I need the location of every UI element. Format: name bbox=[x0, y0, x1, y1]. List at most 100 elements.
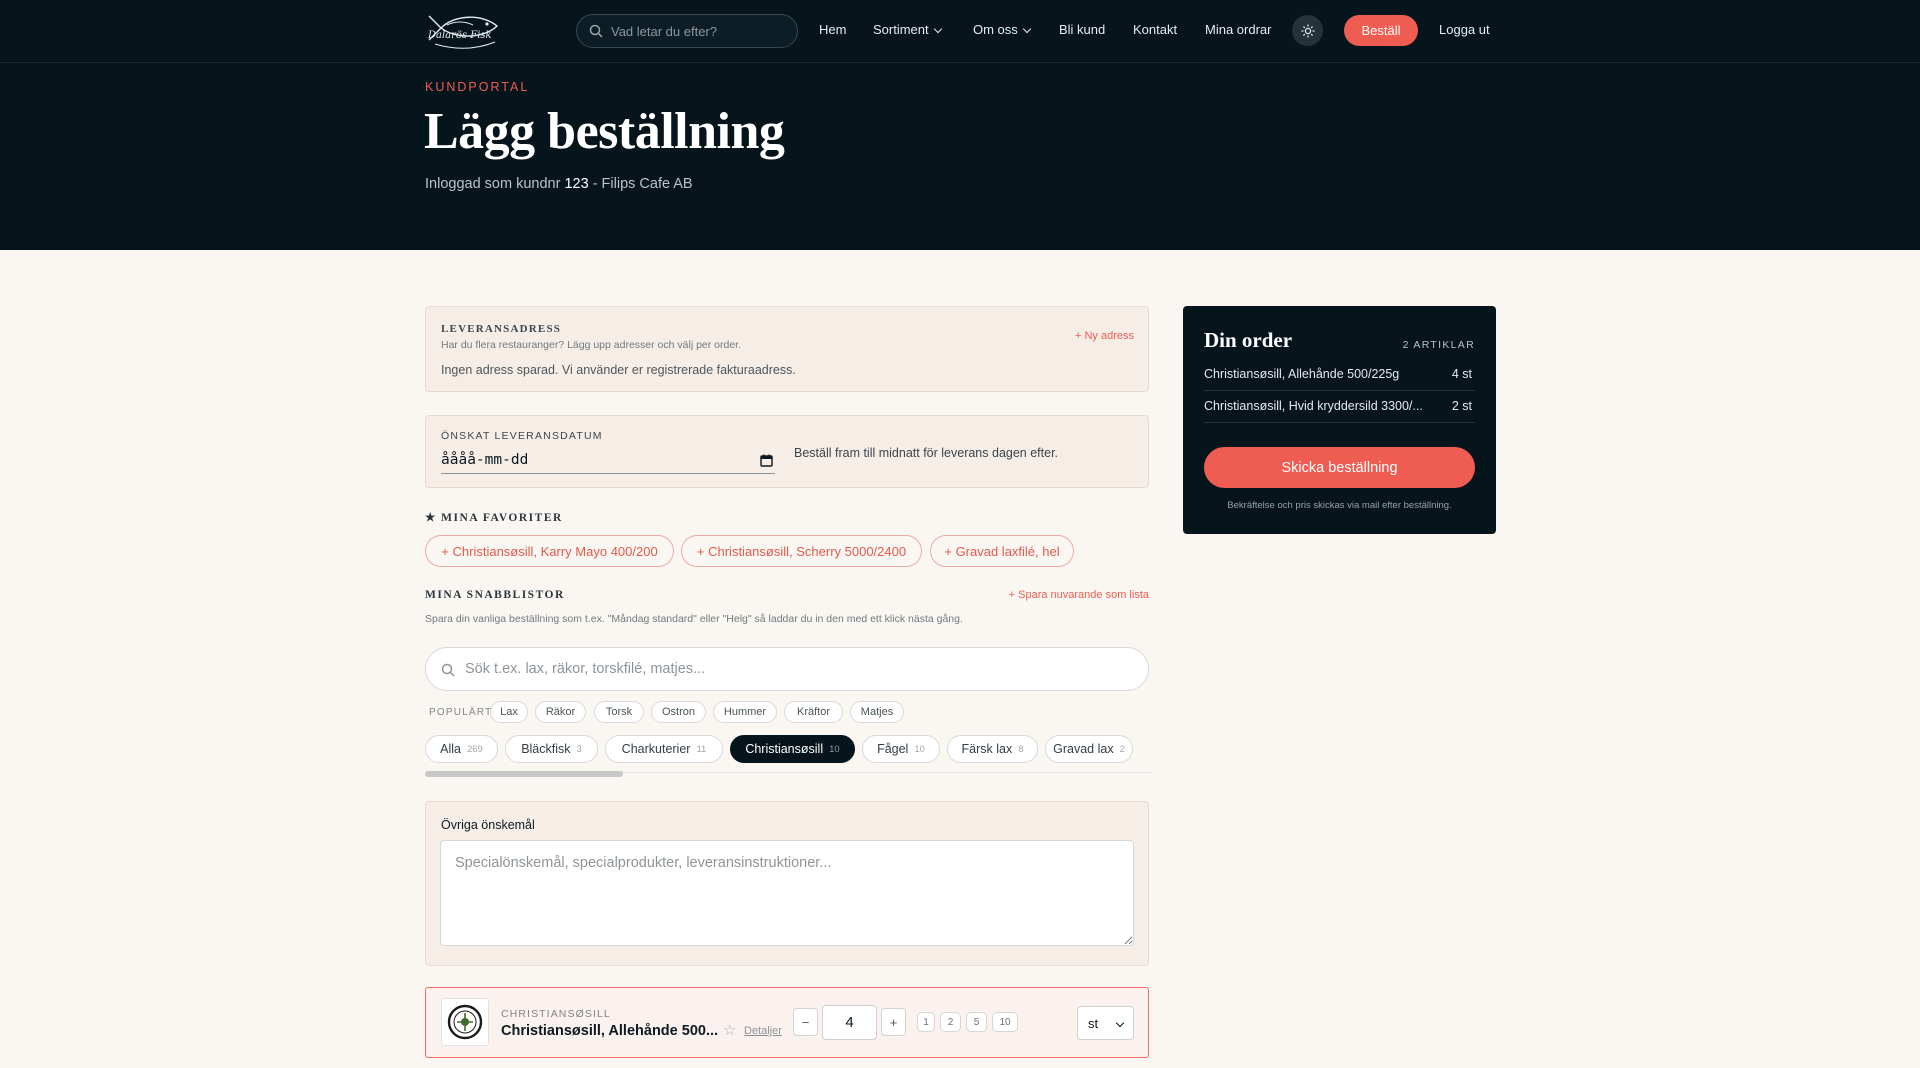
nav-link-sortiment-label: Sortiment bbox=[873, 22, 929, 37]
chevron-down-icon bbox=[1115, 1018, 1125, 1028]
nav-link-bli-kund[interactable]: Bli kund bbox=[1059, 22, 1105, 37]
delivery-date-placeholder: åååå-mm-dd bbox=[441, 452, 529, 468]
order-note: Bekräftelse och pris skickas via mail ef… bbox=[1227, 500, 1452, 511]
category-count: 8 bbox=[1018, 743, 1024, 755]
category-chip[interactable]: Bläckfisk 3 bbox=[505, 735, 598, 763]
category-name: Bläckfisk bbox=[521, 742, 571, 756]
product-category: CHRISTIANSØSILL bbox=[501, 1008, 611, 1020]
popular-chip[interactable]: Kräftor bbox=[784, 701, 843, 723]
category-chip[interactable]: Gravad lax 2 bbox=[1045, 735, 1133, 763]
category-count: 11 bbox=[696, 743, 707, 755]
category-chip-active[interactable]: Christiansøsill 10 bbox=[730, 735, 855, 763]
category-chip[interactable]: Färsk lax 8 bbox=[947, 735, 1038, 763]
nav-link-mina-ordrar[interactable]: Mina ordrar bbox=[1205, 22, 1271, 37]
login-status-prefix: Inloggad som kundnr bbox=[425, 176, 561, 192]
logo-text: Dalarös Fisk bbox=[428, 30, 492, 41]
category-scrollbar[interactable] bbox=[425, 771, 623, 777]
product-search-placeholder: Sök t.ex. lax, räkor, torskfilé, matjes.… bbox=[465, 661, 706, 677]
delivery-address-label: LEVERANSADRESS bbox=[441, 323, 562, 335]
popular-chip[interactable]: Hummer bbox=[713, 701, 777, 723]
quick-quantity-pill[interactable]: 2 bbox=[940, 1012, 961, 1032]
search-icon bbox=[589, 24, 603, 38]
save-quicklist-link[interactable]: + Spara nuvarande som lista bbox=[1009, 589, 1149, 601]
category-name: Färsk lax bbox=[961, 742, 1013, 756]
delivery-date-label: ÖNSKAT LEVERANSDATUM bbox=[441, 430, 603, 442]
quantity-increase-button[interactable]: + bbox=[881, 1008, 906, 1036]
order-line: Christiansøsill, Allehånde 500/225g 4 st bbox=[1204, 359, 1475, 391]
hero-kicker: KUNDPORTAL bbox=[425, 80, 530, 94]
favorite-chip[interactable]: + Christiansøsill, Scherry 5000/2400 bbox=[681, 535, 922, 567]
quicklists-help: Spara din vanliga beställning som t.ex. … bbox=[425, 613, 963, 625]
category-count: 3 bbox=[576, 743, 582, 755]
customer-number: 123 bbox=[564, 176, 589, 192]
product-row: CHRISTIANSØSILL Christiansøsill, Allehån… bbox=[425, 987, 1149, 1058]
nav-link-hem[interactable]: Hem bbox=[819, 22, 846, 37]
category-name: Alla bbox=[440, 742, 461, 756]
favorite-chip[interactable]: + Christiansøsill, Karry Mayo 400/200 bbox=[425, 535, 674, 567]
category-name: Charkuterier bbox=[621, 742, 691, 756]
order-nav-button[interactable]: Beställ bbox=[1344, 15, 1418, 46]
category-count: 269 bbox=[466, 743, 483, 755]
category-count: 10 bbox=[914, 743, 925, 755]
popular-chip[interactable]: Torsk bbox=[594, 701, 644, 723]
delivery-address-help: Har du flera restauranger? Lägg upp adre… bbox=[441, 339, 742, 351]
popular-chip[interactable]: Ostron bbox=[651, 701, 706, 723]
calendar-icon[interactable] bbox=[760, 454, 773, 467]
search-icon bbox=[441, 663, 455, 677]
delivery-date-card: ÖNSKAT LEVERANSDATUM åååå-mm-dd Beställ … bbox=[425, 415, 1149, 488]
order-summary-panel: Din order 2 ARTIKLAR Christiansøsill, Al… bbox=[1183, 306, 1496, 534]
quick-quantity-pill[interactable]: 5 bbox=[966, 1012, 987, 1032]
unit-select[interactable]: st bbox=[1077, 1006, 1134, 1040]
quick-quantity-pill[interactable]: 1 bbox=[917, 1012, 935, 1032]
hero-section bbox=[0, 63, 1920, 250]
site-search-placeholder: Vad letar du efter? bbox=[611, 23, 717, 39]
send-order-button[interactable]: Skicka beställning bbox=[1204, 447, 1475, 488]
login-status: Inloggad som kundnr 123 - Filips Cafe AB bbox=[425, 176, 693, 192]
favorite-star-icon[interactable]: ☆ bbox=[723, 1021, 736, 1039]
quicklists-heading: MINA SNABBLISTOR bbox=[425, 589, 565, 601]
quick-quantity-pill[interactable]: 10 bbox=[992, 1012, 1018, 1032]
new-address-link[interactable]: + Ny adress bbox=[1075, 330, 1134, 342]
delivery-address-card: LEVERANSADRESS Har du flera restauranger… bbox=[425, 306, 1149, 392]
top-navigation: Dalarös Fisk Vad letar du efter? Hem Sor… bbox=[0, 0, 1920, 63]
delivery-date-input[interactable]: åååå-mm-dd bbox=[441, 448, 775, 474]
favorites-heading: ★ MINA FAVORITER bbox=[425, 512, 563, 524]
category-chip[interactable]: Charkuterier 11 bbox=[605, 735, 723, 763]
quantity-decrease-button[interactable]: − bbox=[793, 1008, 818, 1036]
order-line-qty: 2 st bbox=[1451, 399, 1472, 413]
category-count: 2 bbox=[1119, 743, 1125, 755]
logout-link[interactable]: Logga ut bbox=[1439, 22, 1490, 37]
order-line-name: Christiansøsill, Hvid kryddersild 3300/.… bbox=[1204, 399, 1423, 413]
order-title: Din order bbox=[1204, 328, 1293, 352]
popular-chip[interactable]: Räkor bbox=[535, 701, 586, 723]
order-line: Christiansøsill, Hvid kryddersild 3300/.… bbox=[1204, 391, 1475, 423]
sun-icon bbox=[1301, 24, 1314, 37]
customer-name: - Filips Cafe AB bbox=[592, 176, 693, 192]
theme-toggle-button[interactable] bbox=[1292, 15, 1323, 46]
product-search-input[interactable]: Sök t.ex. lax, räkor, torskfilé, matjes.… bbox=[425, 647, 1149, 691]
chevron-down-icon bbox=[933, 24, 942, 34]
popular-chip[interactable]: Matjes bbox=[850, 701, 904, 723]
product-name: Christiansøsill, Allehånde 500... bbox=[501, 1023, 719, 1039]
page-title: Lägg beställning bbox=[424, 103, 785, 160]
category-count: 10 bbox=[829, 743, 840, 755]
order-line-qty: 4 st bbox=[1451, 367, 1472, 381]
favorite-chip[interactable]: + Gravad laxfilé, hel bbox=[930, 535, 1074, 567]
unit-select-value: st bbox=[1088, 1015, 1099, 1031]
nav-link-om-oss-label: Om oss bbox=[973, 22, 1018, 37]
nav-link-kontakt[interactable]: Kontakt bbox=[1133, 22, 1177, 37]
nav-link-om-oss[interactable]: Om oss bbox=[973, 22, 1032, 37]
christianso-logo-icon bbox=[447, 1004, 483, 1040]
delivery-date-hint: Beställ fram till midnatt för leverans d… bbox=[794, 446, 1059, 460]
popular-chip[interactable]: Lax bbox=[490, 701, 528, 723]
category-chip[interactable]: Alla 269 bbox=[425, 735, 498, 763]
category-name: Christiansøsill bbox=[745, 742, 824, 756]
product-details-link[interactable]: Detaljer bbox=[744, 1025, 782, 1037]
site-search[interactable]: Vad letar du efter? bbox=[576, 14, 798, 48]
category-name: Gravad lax bbox=[1053, 742, 1114, 756]
delivery-address-empty: Ingen adress sparad. Vi använder er regi… bbox=[441, 363, 796, 377]
category-chip[interactable]: Fågel 10 bbox=[862, 735, 940, 763]
nav-link-sortiment[interactable]: Sortiment bbox=[873, 22, 942, 37]
quantity-input[interactable] bbox=[822, 1005, 877, 1040]
other-requests-textarea[interactable] bbox=[440, 840, 1134, 946]
